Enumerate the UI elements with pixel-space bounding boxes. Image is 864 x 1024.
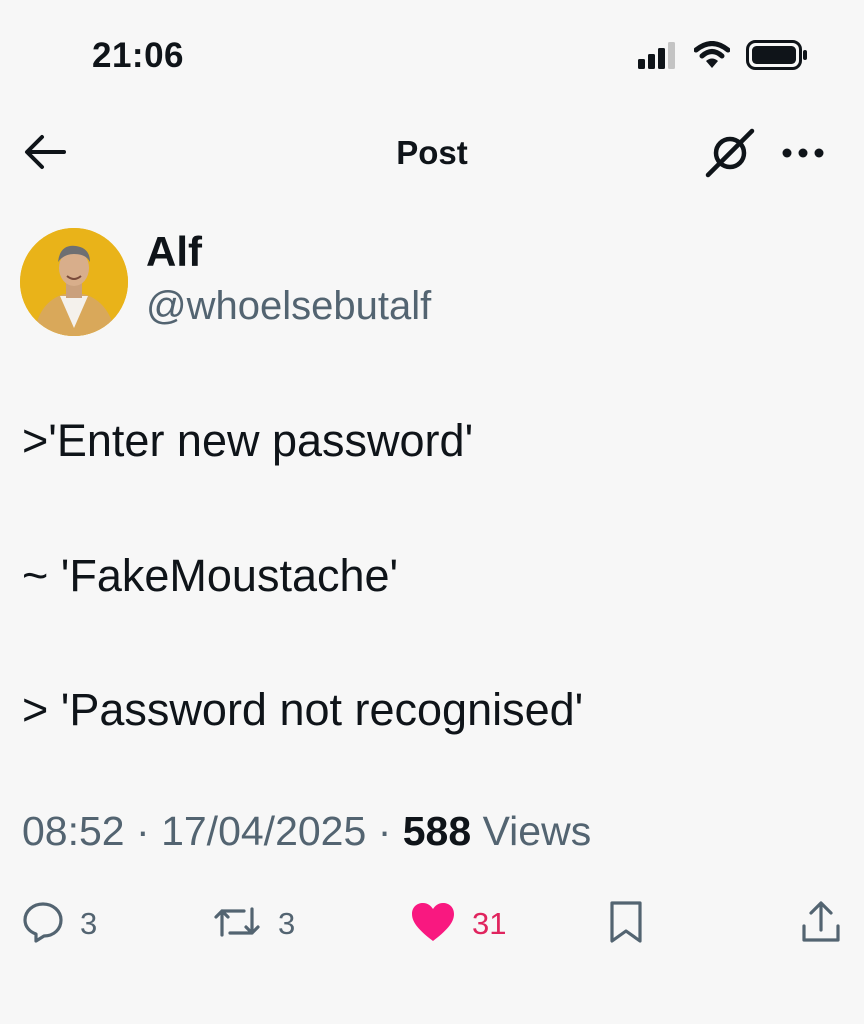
status-time: 21:06 — [92, 36, 185, 75]
more-options-button[interactable] — [778, 138, 828, 168]
repost-button[interactable]: 3 — [212, 896, 295, 952]
post-actions: 3 3 31 — [0, 896, 864, 952]
views-count[interactable]: 588 — [403, 808, 471, 854]
nav-bar: Post — [0, 118, 864, 188]
repost-count: 3 — [278, 906, 296, 941]
wifi-icon — [693, 41, 731, 74]
more-icon — [778, 148, 828, 172]
views-label: Views — [482, 808, 592, 854]
post-text-line-3: > 'Password not recognised' — [22, 684, 584, 735]
like-count: 31 — [472, 906, 507, 941]
share-button[interactable] — [800, 896, 842, 952]
author-handle[interactable]: @whoelsebutalf — [146, 284, 431, 329]
avatar[interactable] — [20, 228, 128, 336]
reply-count: 3 — [80, 906, 98, 941]
reply-icon — [22, 901, 64, 948]
repost-icon — [212, 901, 262, 948]
bookmark-button[interactable] — [606, 896, 646, 952]
post-author: Alf @whoelsebutalf — [20, 228, 840, 338]
status-bar: 21:06 — [0, 0, 864, 110]
heart-icon — [410, 901, 456, 948]
cellular-signal-icon — [638, 41, 678, 74]
share-icon — [800, 900, 842, 949]
grok-icon — [704, 128, 756, 182]
post-time: 08:52 — [22, 808, 125, 854]
like-button[interactable]: 31 — [410, 896, 506, 952]
meta-separator: · — [377, 808, 392, 854]
post-meta: 08:52 · 17/04/2025 · 588 Views — [22, 808, 591, 855]
author-name[interactable]: Alf — [146, 228, 202, 276]
grok-button[interactable] — [704, 128, 756, 178]
post-text-line-1: >'Enter new password' — [22, 415, 474, 466]
post-text-line-2: ~ 'FakeMoustache' — [22, 550, 399, 601]
post-date: 17/04/2025 — [161, 808, 367, 854]
battery-icon — [746, 40, 808, 75]
bookmark-icon — [606, 900, 646, 949]
meta-separator: · — [136, 808, 150, 854]
reply-button[interactable]: 3 — [22, 896, 97, 952]
status-icons — [638, 40, 808, 75]
